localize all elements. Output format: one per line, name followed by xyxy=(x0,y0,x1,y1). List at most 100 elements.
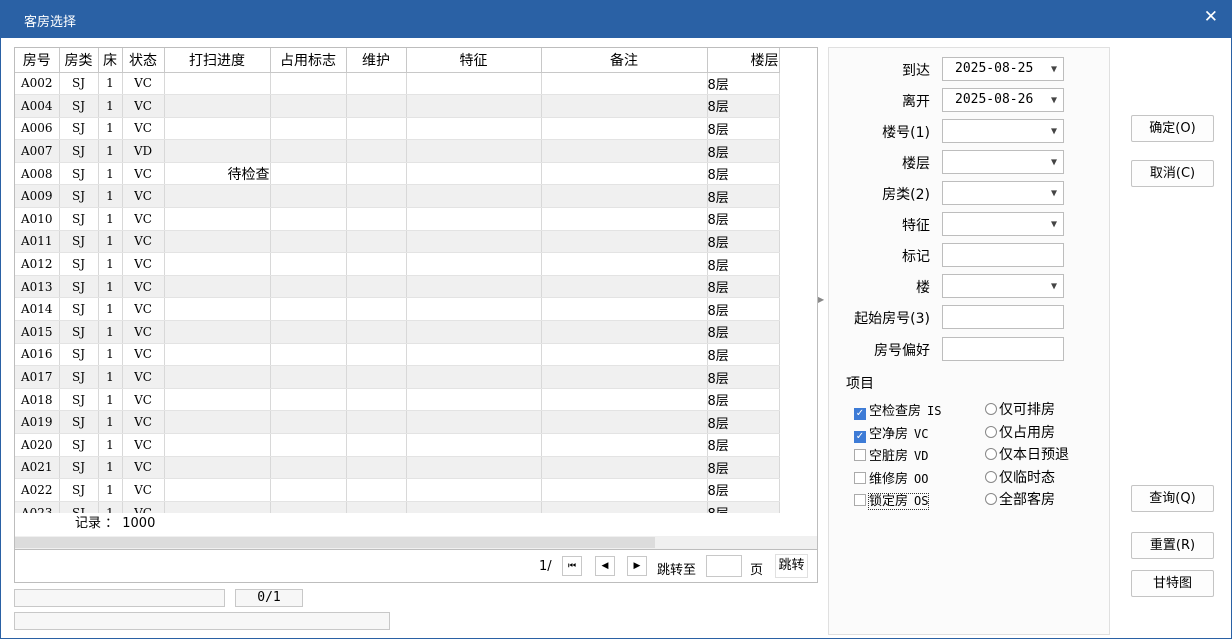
table-row[interactable]: A011 SJ 1 VC 8层 xyxy=(15,230,780,254)
table-row[interactable]: A015 SJ 1 VC 8层 xyxy=(15,320,780,344)
table-cell xyxy=(541,433,708,457)
radio-icon[interactable] xyxy=(985,403,997,415)
radio-item[interactable]: 仅本日预退 xyxy=(985,444,1069,464)
checkbox-icon[interactable] xyxy=(854,449,866,461)
radio-icon[interactable] xyxy=(985,448,997,460)
feature-select[interactable]: ▼ xyxy=(942,212,1064,236)
room-type-select[interactable]: ▼ xyxy=(942,181,1064,205)
radio-item[interactable]: 仅占用房 xyxy=(985,422,1055,442)
table-row[interactable]: A009 SJ 1 VC 8层 xyxy=(15,184,780,209)
column-header[interactable]: 维护 xyxy=(346,48,407,73)
radio-icon[interactable] xyxy=(985,470,997,483)
table-cell: SJ xyxy=(59,410,99,434)
table-row[interactable]: A004 SJ 1 VC 8层 xyxy=(15,94,780,118)
floor-select[interactable]: ▼ xyxy=(942,150,1064,174)
table-cell: SJ xyxy=(59,478,99,502)
table-cell: 8层 xyxy=(707,275,780,299)
table-row[interactable]: A002 SJ 1 VC 8层 xyxy=(15,72,780,96)
table-cell: 1 xyxy=(98,297,123,322)
arrive-date-select[interactable]: 2025-08-25 ▼ xyxy=(942,57,1064,81)
checkbox-item[interactable]: 空脏房 VD xyxy=(854,445,928,464)
radio-item[interactable]: 全部客房 xyxy=(985,489,1055,509)
vertical-scrollbar[interactable] xyxy=(815,72,817,549)
table-cell xyxy=(270,94,347,118)
table-row[interactable]: A017 SJ 1 VC 8层 xyxy=(15,365,780,389)
checkbox-icon[interactable] xyxy=(854,494,866,506)
column-header[interactable]: 房类 xyxy=(59,48,99,73)
table-cell xyxy=(541,343,708,367)
table-cell: 1 xyxy=(98,184,123,209)
reset-button[interactable]: 重置(R) xyxy=(1131,532,1214,559)
first-page-icon[interactable]: ⏮ xyxy=(562,556,582,576)
cancel-button[interactable]: 取消(C) xyxy=(1131,160,1214,187)
table-row[interactable]: A007 SJ 1 VD 8层 xyxy=(15,139,780,163)
table-row[interactable]: A012 SJ 1 VC 8层 xyxy=(15,252,780,276)
table-row[interactable]: A010 SJ 1 VC 8层 xyxy=(15,207,780,231)
table-row[interactable]: A022 SJ 1 VC 8层 xyxy=(15,478,780,502)
start-room-input[interactable] xyxy=(942,305,1064,329)
next-page-icon[interactable]: ▶ xyxy=(627,556,647,576)
query-button[interactable]: 查询(Q) xyxy=(1131,485,1214,512)
column-header[interactable]: 楼层 xyxy=(707,48,780,73)
table-row[interactable]: A021 SJ 1 VC 8层 xyxy=(15,456,780,480)
table-row[interactable]: A019 SJ 1 VC 8层 xyxy=(15,410,780,434)
radio-icon[interactable] xyxy=(985,493,997,505)
table-cell xyxy=(164,184,271,209)
column-header[interactable]: 占用标志 xyxy=(270,48,347,73)
table-cell xyxy=(164,343,271,367)
table-row[interactable]: A006 SJ 1 VC 8层 xyxy=(15,117,780,141)
building-no-select[interactable]: ▼ xyxy=(942,119,1064,143)
chevron-down-icon: ▼ xyxy=(1050,126,1057,137)
table-row[interactable]: A018 SJ 1 VC 8层 xyxy=(15,388,780,412)
column-header[interactable]: 打扫进度 xyxy=(164,48,271,73)
column-header[interactable]: 备注 xyxy=(541,48,708,73)
radio-label: 全部客房 xyxy=(999,492,1055,508)
table-row[interactable]: A014 SJ 1 VC 8层 xyxy=(15,297,780,322)
table-cell xyxy=(541,456,708,480)
building-select[interactable]: ▼ xyxy=(942,274,1064,298)
building-label: 楼 xyxy=(916,280,930,296)
horizontal-scrollbar[interactable] xyxy=(15,536,817,549)
table-row[interactable]: A020 SJ 1 VC 8层 xyxy=(15,433,780,457)
depart-date-select[interactable]: 2025-08-26 ▼ xyxy=(942,88,1064,112)
checkbox-item[interactable]: ✓ 空检查房 IS xyxy=(854,400,941,420)
table-cell: 1 xyxy=(98,94,123,118)
checkbox-item[interactable]: ✓ 空净房 VC xyxy=(854,423,928,443)
table-cell xyxy=(541,410,708,434)
pager: 1/ ⏮ ◀ ▶ 跳转至 页 跳转 xyxy=(14,550,818,583)
feature-label: 特征 xyxy=(902,218,930,234)
checkbox-icon[interactable]: ✓ xyxy=(854,430,866,443)
table-cell: 1 xyxy=(98,365,123,389)
column-header[interactable]: 床 xyxy=(98,48,123,73)
room-pref-input[interactable] xyxy=(942,337,1064,361)
column-header[interactable]: 特征 xyxy=(406,48,542,73)
table-cell: SJ xyxy=(59,72,99,96)
jump-page-input[interactable] xyxy=(706,555,742,577)
chevron-down-icon: ▼ xyxy=(1050,157,1057,168)
column-header[interactable]: 状态 xyxy=(122,48,165,73)
checkbox-item[interactable]: 维修房 OO xyxy=(854,468,928,487)
title-bar: 客房选择 ✕ xyxy=(0,0,1232,38)
table-cell: 1 xyxy=(98,388,123,412)
table-row[interactable]: A008 SJ 1 VC 待检查 8层 xyxy=(15,162,780,186)
jump-button[interactable]: 跳转 xyxy=(775,554,808,578)
gantt-button[interactable]: 甘特图 xyxy=(1131,570,1214,597)
close-icon[interactable]: ✕ xyxy=(1204,7,1218,27)
table-row[interactable]: A013 SJ 1 VC 8层 xyxy=(15,275,780,299)
table-cell xyxy=(541,117,708,141)
checkbox-item[interactable]: 锁定房 OS xyxy=(854,490,930,510)
table-cell: VC xyxy=(122,275,165,299)
table-cell: VC xyxy=(122,478,165,502)
radio-item[interactable]: 仅可排房 xyxy=(985,399,1055,419)
mark-input[interactable] xyxy=(942,243,1064,267)
checkbox-icon[interactable] xyxy=(854,471,866,484)
table-cell xyxy=(164,94,271,118)
radio-item[interactable]: 仅临时态 xyxy=(985,467,1055,487)
prev-page-icon[interactable]: ◀ xyxy=(595,556,615,576)
checkbox-icon[interactable]: ✓ xyxy=(854,408,866,420)
radio-icon[interactable] xyxy=(985,425,997,438)
column-header[interactable]: 房号 xyxy=(15,48,60,73)
ok-button[interactable]: 确定(O) xyxy=(1131,115,1214,142)
table-row[interactable]: A016 SJ 1 VC 8层 xyxy=(15,343,780,367)
hscroll-thumb[interactable] xyxy=(15,537,655,548)
